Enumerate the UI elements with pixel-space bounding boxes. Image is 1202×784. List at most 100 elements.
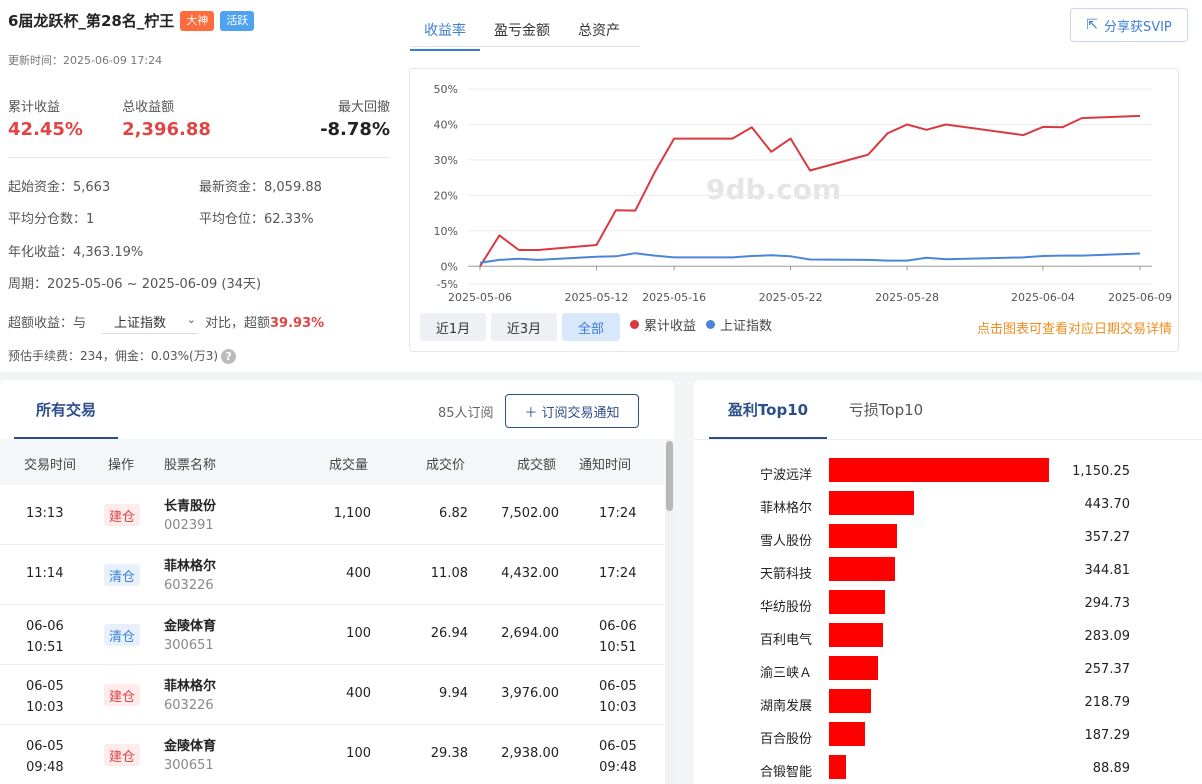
legend-cumulative[interactable]: 累计收益: [630, 315, 696, 334]
tab-loss-top10[interactable]: 亏损Top10: [834, 380, 938, 439]
price: 6.82: [439, 506, 468, 521]
bar[interactable]: [829, 689, 871, 713]
notify-time: 06-05 09:48: [599, 736, 637, 778]
legend-index[interactable]: 上证指数: [706, 315, 772, 334]
excess-mid: 对比，超额: [205, 316, 271, 331]
table-row[interactable]: 06-05 09:48 建仓 金陵体育 300651 100 29.38 2,938.00 06…: [0, 725, 664, 784]
tab-total-assets[interactable]: 总资产: [564, 14, 634, 50]
y-tick-label: 50%: [434, 83, 458, 96]
bar-row[interactable]: 湖南发展 218.79: [694, 689, 1202, 722]
volume: 100: [346, 626, 371, 641]
bar-row[interactable]: 宁波远洋 1,150.25: [694, 458, 1202, 491]
amount: 3,976.00: [501, 686, 559, 701]
bar-value: 283.09: [1084, 629, 1131, 644]
bar[interactable]: [829, 458, 1049, 482]
return-chart[interactable]: 9db.com 50% 40% 30% 20% 10% 0% -5% 2025-05-06 20…: [409, 68, 1179, 352]
subscriber-count: 85人订阅: [438, 406, 494, 421]
bar-value: 218.79: [1084, 695, 1131, 710]
tab-all-trades[interactable]: 所有交易: [14, 380, 118, 439]
tab-pnl-amount[interactable]: 盈亏金额: [480, 14, 564, 50]
table-row[interactable]: 06-06 10:51 清仓 金陵体育 300651 100 26.94 2,694.00 06…: [0, 605, 664, 665]
stock-name: 菲林格尔: [164, 679, 217, 694]
series-line-index: [479, 252, 1141, 264]
trade-clock: 10:03: [26, 700, 64, 715]
legend-label: 累计收益: [644, 319, 697, 334]
bar-label: 华纺股份: [759, 600, 812, 615]
table-row[interactable]: 13:13 建仓 长青股份 002391 1,100 6.82 7,502.00 17:24: [0, 485, 664, 545]
chevron-down-icon: ⌄: [186, 313, 196, 326]
operation-tag: 清仓: [104, 624, 140, 646]
notify-date: 06-05: [599, 679, 637, 694]
summary-panel: 6届龙跃杯_第28名_柠王 大神 活跃 更新时间：2025-06-09 17:2…: [0, 0, 1202, 372]
table-row[interactable]: 11:14 清仓 菲林格尔 603226 400 11.08 4,432.00 17:24: [0, 545, 664, 605]
legend-dot: [630, 320, 639, 329]
bar[interactable]: [829, 524, 898, 548]
tab-return-rate[interactable]: 收益率: [410, 14, 480, 51]
bar-value: 443.70: [1084, 497, 1131, 512]
share-icon: ⇱: [1086, 17, 1098, 33]
top10-panel: 盈利Top10 亏损Top10 宁波远洋 1,150.25 菲林格尔 443.70 雪人…: [694, 380, 1202, 784]
question-icon[interactable]: ?: [221, 349, 237, 364]
share-label: 分享获SVIP: [1103, 19, 1172, 35]
volume: 1,100: [333, 506, 371, 521]
bar[interactable]: [829, 722, 865, 746]
bar-row[interactable]: 合锻智能 88.89: [694, 755, 1202, 784]
bar-row[interactable]: 华纺股份 294.73: [694, 590, 1202, 623]
scrollbar-thumb[interactable]: [666, 441, 673, 511]
tab-profit-top10[interactable]: 盈利Top10: [709, 380, 827, 439]
operation-tag: 清仓: [104, 564, 140, 586]
range-all-button[interactable]: 全部: [562, 313, 620, 341]
trade-time: 06-06 10:51: [26, 616, 64, 658]
stock-cell[interactable]: 长青股份 002391: [164, 495, 216, 533]
stock-cell[interactable]: 菲林格尔 603226: [164, 675, 216, 713]
chart-canvas[interactable]: 50% 40% 30% 20% 10% 0% -5%2025-05-06 2025-05-12…: [410, 69, 1180, 309]
bar[interactable]: [829, 755, 846, 779]
bar-row[interactable]: 菲林格尔 443.70: [694, 491, 1202, 524]
y-tick-label: 30%: [434, 154, 458, 167]
x-tick-label: 2025-06-09: [1108, 291, 1172, 304]
bar-row[interactable]: 天箭科技 344.81: [694, 557, 1202, 590]
stock-cell[interactable]: 金陵体育 300651: [164, 735, 216, 773]
bar-label: 雪人股份: [759, 534, 812, 549]
bar[interactable]: [829, 491, 914, 515]
range-3m-button[interactable]: 近3月: [491, 313, 557, 341]
stock-code: 300651: [164, 758, 214, 773]
bar[interactable]: [829, 557, 895, 581]
operation-tag: 建仓: [104, 504, 140, 526]
trade-table-body: 13:13 建仓 长青股份 002391 1,100 6.82 7,502.00 17:24 1…: [0, 485, 664, 784]
benchmark-select[interactable]: 上证指数 ⌄: [102, 310, 198, 334]
benchmark-value: 上证指数: [114, 316, 167, 331]
series-line-cumulative: [479, 114, 1141, 267]
amount: 2,938.00: [501, 746, 559, 761]
stock-code: 603226: [164, 698, 214, 713]
bar-row[interactable]: 百利电气 283.09: [694, 623, 1202, 656]
table-scrollbar[interactable]: [665, 439, 674, 784]
trade-clock: 09:48: [26, 760, 64, 775]
bar[interactable]: [829, 590, 886, 614]
badge-active: 活跃: [220, 10, 255, 31]
share-svip-button[interactable]: ⇱ 分享获SVIP: [1070, 8, 1188, 42]
bar-label: 合锻智能: [759, 765, 812, 780]
bar-row[interactable]: 渝三峡Ａ 257.37: [694, 656, 1202, 689]
stock-cell[interactable]: 菲林格尔 603226: [164, 555, 216, 593]
bar[interactable]: [829, 656, 879, 680]
bar-row[interactable]: 百合股份 187.29: [694, 722, 1202, 755]
table-header: 交易时间 操作 股票名称 成交量 成交价 成交额 通知时间: [0, 439, 664, 485]
stat-label: 总收益额: [122, 100, 175, 115]
annual-return: 年化收益：4,363.19%: [8, 245, 144, 260]
range-1m-button[interactable]: 近1月: [420, 313, 486, 341]
stock-cell[interactable]: 金陵体育 300651: [164, 615, 216, 653]
bar[interactable]: [829, 623, 884, 647]
subscribe-button[interactable]: ＋ 订阅交易通知: [505, 394, 639, 428]
amount: 4,432.00: [501, 566, 559, 581]
table-row[interactable]: 06-05 10:03 建仓 菲林格尔 603226 400 9.94 3,976.00 06-…: [0, 665, 664, 725]
bar-label: 菲林格尔: [759, 501, 812, 516]
stat-total: 总收益额 2,396.88: [122, 96, 211, 157]
amount: 2,694.00: [501, 626, 559, 641]
stat-label: 累计收益: [8, 100, 61, 115]
title-row: 6届龙跃杯_第28名_柠王 大神 活跃: [8, 10, 255, 31]
price: 9.94: [439, 686, 468, 701]
bar-row[interactable]: 雪人股份 357.27: [694, 524, 1202, 557]
avg-position: 平均仓位：62.33%: [199, 212, 314, 227]
stock-name: 金陵体育: [164, 619, 217, 634]
